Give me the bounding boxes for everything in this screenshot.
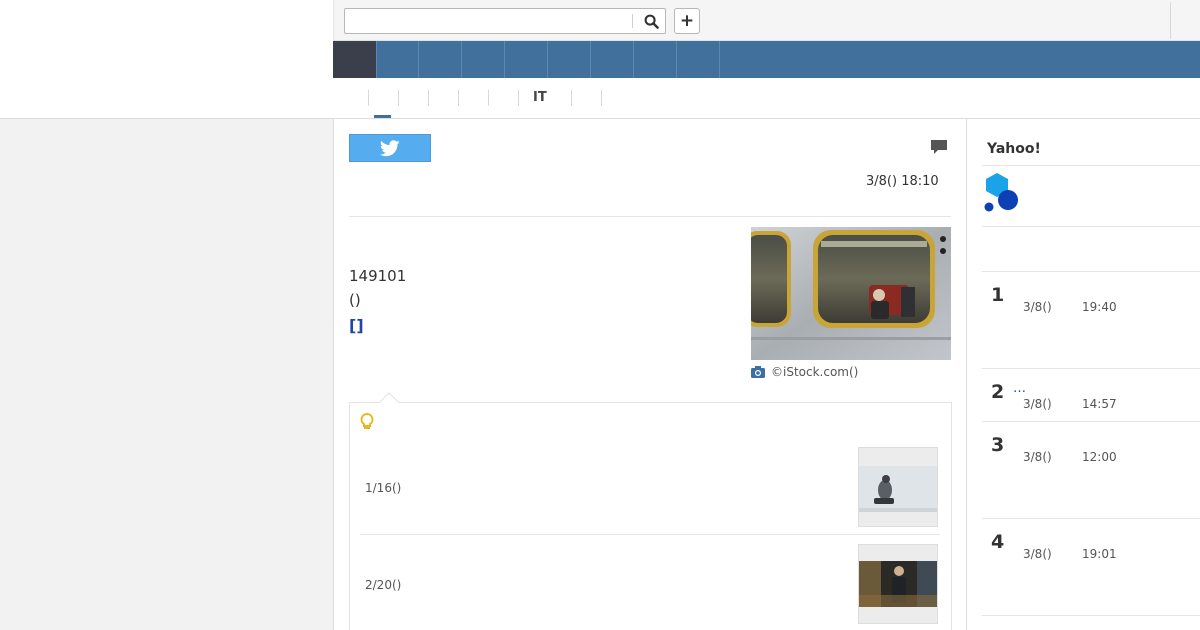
sidebar-logo[interactable] — [982, 171, 1024, 217]
main-nav — [333, 41, 1200, 78]
train-window-photo — [751, 227, 951, 360]
lightbulb-icon — [360, 413, 374, 429]
nav-home-tab[interactable] — [333, 41, 376, 78]
comment-button[interactable] — [930, 139, 948, 160]
photo-credit: ©iStock.com() — [751, 365, 858, 379]
related-notch — [379, 392, 399, 412]
comment-bubble-icon — [931, 140, 947, 154]
related-item-thumbnail[interactable] — [858, 447, 938, 527]
sidebar-divider — [982, 271, 1200, 272]
ranking-number: 2 — [991, 381, 1005, 403]
ranking-time: 19:01 — [1082, 547, 1117, 561]
ranking-time: 14:57 — [1082, 397, 1117, 411]
subnav-item-8[interactable] — [571, 90, 572, 106]
search-icon — [644, 14, 659, 29]
sidebar-divider — [982, 226, 1200, 227]
ranking-date: 3/8() — [1023, 547, 1052, 561]
related-item-2[interactable]: 2/20() — [360, 542, 940, 630]
twitter-bird-icon — [380, 139, 400, 156]
ranking-date: 3/8() — [1023, 397, 1052, 411]
search-box — [344, 8, 666, 34]
subnav-item-2[interactable] — [398, 90, 399, 106]
sub-nav: IT — [333, 78, 1200, 118]
sitting-man-photo — [859, 448, 937, 526]
ranking-number: 1 — [991, 284, 1005, 306]
sidebar-divider — [982, 615, 1200, 616]
ranking-time: 19:40 — [1082, 300, 1117, 314]
tweet-button[interactable] — [349, 134, 431, 162]
subnav-item-it[interactable]: IT — [533, 90, 547, 106]
article-main: 3/8() 18:10 149101 () [] ©iStock.com() 1… — [333, 118, 967, 630]
left-gray-pane — [0, 118, 333, 630]
hexagon-logo-icon — [984, 173, 1018, 212]
ranking-number: 3 — [991, 434, 1005, 456]
businessman-photo — [859, 545, 937, 623]
related-item-thumbnail[interactable] — [858, 544, 938, 624]
nav-tab-6[interactable] — [591, 41, 634, 78]
subnav-item-4[interactable] — [458, 90, 459, 106]
nav-tab-7[interactable] — [634, 41, 677, 78]
nav-tab-4[interactable] — [505, 41, 548, 78]
article-text-line-2: () — [349, 291, 361, 309]
add-button[interactable]: + — [674, 8, 700, 34]
nav-tab-5[interactable] — [548, 41, 591, 78]
article-photo[interactable] — [751, 227, 951, 360]
ranking-date: 3/8() — [1023, 450, 1052, 464]
related-item-1[interactable]: 1/16() — [360, 445, 940, 535]
ranking-sidebar: Yahoo! 1 3/8() 19:40 2 … 3/8() 14:57 3 3… — [967, 118, 1200, 630]
ranking-more-link[interactable]: … — [1013, 381, 1026, 396]
sidebar-divider — [982, 165, 1200, 166]
search-button[interactable] — [636, 9, 666, 33]
related-item-date: 2/20() — [365, 578, 402, 592]
ranking-date: 3/8() — [1023, 300, 1052, 314]
topbar-separator — [1170, 2, 1171, 39]
sidebar-divider — [982, 518, 1200, 519]
article-divider — [349, 216, 951, 217]
sidebar-divider — [982, 421, 1200, 422]
ranking-number: 4 — [991, 531, 1005, 553]
article-text-line-1: 149101 — [349, 267, 407, 285]
sidebar-divider — [982, 368, 1200, 369]
subnav-item-5[interactable] — [488, 90, 489, 106]
subnav-item-3[interactable] — [428, 90, 429, 106]
left-blank-top — [0, 0, 333, 118]
ranking-time: 12:00 — [1082, 450, 1117, 464]
top-bar: + — [333, 0, 1200, 41]
nav-tab-1[interactable] — [376, 41, 419, 78]
article-datetime: 3/8() 18:10 — [866, 174, 939, 189]
nav-tab-8[interactable] — [677, 41, 720, 78]
article-link[interactable]: [] — [349, 316, 364, 335]
camera-icon — [751, 366, 765, 378]
search-divider — [632, 14, 633, 28]
sidebar-title: Yahoo! — [987, 141, 1041, 157]
subnav-item-9[interactable] — [601, 90, 602, 106]
subnav-item-6[interactable] — [518, 90, 519, 106]
nav-tab-3[interactable] — [462, 41, 505, 78]
subnav-item-1[interactable] — [368, 90, 369, 106]
nav-tab-2[interactable] — [419, 41, 462, 78]
search-input[interactable] — [345, 9, 631, 33]
related-item-date: 1/16() — [365, 481, 402, 495]
photo-credit-text: ©iStock.com() — [771, 365, 859, 379]
related-articles: 1/16() 2/20() — [349, 392, 952, 630]
